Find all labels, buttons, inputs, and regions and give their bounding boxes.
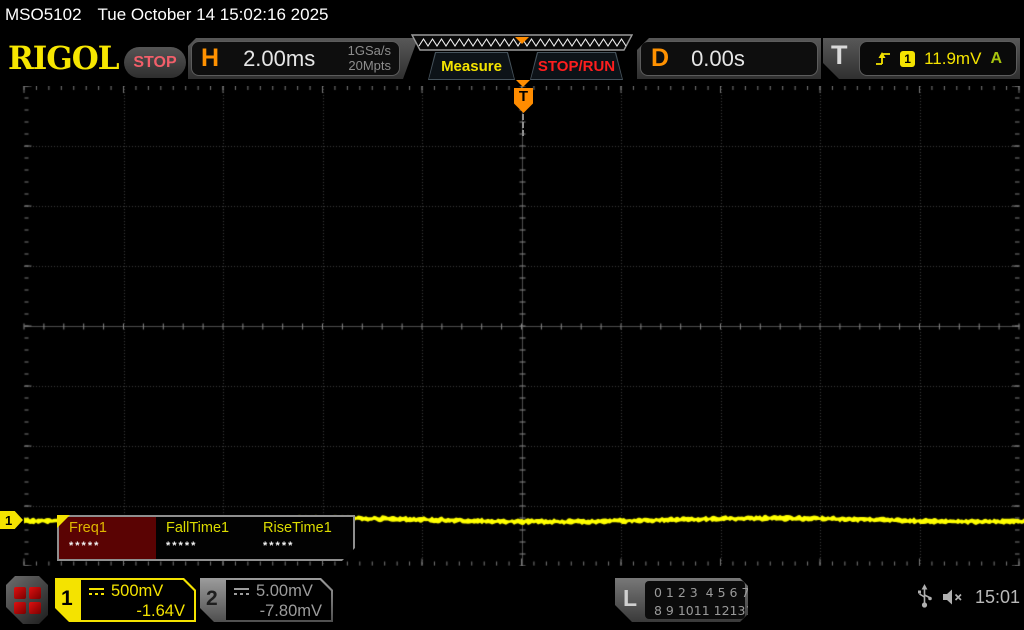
delay-widget[interactable]: D 0.00s <box>637 38 821 79</box>
delay-value: 0.00s <box>691 45 745 71</box>
memory-position-bar[interactable] <box>411 34 633 52</box>
digital-channels-row2: 8 9 1011 12131415 <box>654 603 778 619</box>
dc-coupling-icon <box>233 587 250 596</box>
trigger-position-triangle[interactable] <box>516 80 530 87</box>
trigger-sweep-mode: A <box>990 49 1002 67</box>
measurement-overlay[interactable]: Freq1 ***** FallTime1 ***** RiseTime1 **… <box>57 515 355 561</box>
main-menu-button[interactable] <box>6 576 48 624</box>
measure-button[interactable]: Measure <box>428 52 515 80</box>
logic-analyzer-badge[interactable]: L 0 1 2 3 4 5 6 7 8 9 1011 12131415 <box>615 578 748 622</box>
memory-depth: 20Mpts <box>348 57 391 73</box>
channel1-offset: -1.64V <box>136 602 185 620</box>
horizontal-label: H <box>201 44 220 72</box>
menu-grid-icon <box>14 587 41 614</box>
acquisition-state-badge: STOP <box>124 47 186 78</box>
trigger-level: 11.9mV <box>924 48 982 68</box>
horizontal-settings-widget[interactable]: H 2.00ms 1GSa/s 20Mpts <box>188 38 418 79</box>
stop-run-button[interactable]: STOP/RUN <box>530 52 623 80</box>
measurement-cell-freq1[interactable]: Freq1 ***** <box>59 517 156 559</box>
delay-label: D <box>651 44 670 72</box>
timebase-value: 2.00ms <box>243 45 316 71</box>
trigger-source-badge: 1 <box>900 51 915 67</box>
channel2-number: 2 <box>206 587 218 610</box>
status-bar: MSO5102 Tue October 14 15:02:16 2025 <box>5 5 328 25</box>
trigger-label: T <box>831 40 848 70</box>
measurement-cell-risetime1[interactable]: RiseTime1 ***** <box>253 517 350 559</box>
channel1-scale: 500mV <box>111 582 164 600</box>
digital-channels-row1: 0 1 2 3 4 5 6 7 <box>654 585 750 600</box>
rigol-logo: RIGOL <box>8 40 120 78</box>
overlay-fold-corner <box>57 515 70 528</box>
channel1-number: 1 <box>61 587 73 610</box>
trigger-widget[interactable]: T 1 11.9mV A <box>823 38 1020 79</box>
dc-coupling-icon <box>88 587 105 596</box>
model-name: MSO5102 <box>5 5 82 24</box>
datetime: Tue October 14 15:02:16 2025 <box>97 5 329 24</box>
usb-icon <box>917 584 932 608</box>
channel2-scale: 5.00mV <box>256 582 313 600</box>
channel2-offset: -7.80mV <box>259 602 322 620</box>
system-tray: 15:01 <box>917 584 1020 610</box>
falling-edge-icon <box>874 50 891 68</box>
speaker-muted-icon <box>942 589 962 605</box>
clock: 15:01 <box>974 586 1020 607</box>
logic-analyzer-label: L <box>623 585 638 611</box>
oscilloscope-screen: MSO5102 Tue October 14 15:02:16 2025 RIGO… <box>0 0 1024 630</box>
measurement-cell-falltime1[interactable]: FallTime1 ***** <box>156 517 253 559</box>
channel1-badge[interactable]: 1 500mV -1.64V <box>55 578 196 622</box>
channel2-badge[interactable]: 2 5.00mV -7.80mV <box>200 578 333 622</box>
trigger-position-line <box>522 114 524 136</box>
sample-rate: 1GSa/s <box>347 43 391 59</box>
graticule-canvas <box>0 86 1024 566</box>
